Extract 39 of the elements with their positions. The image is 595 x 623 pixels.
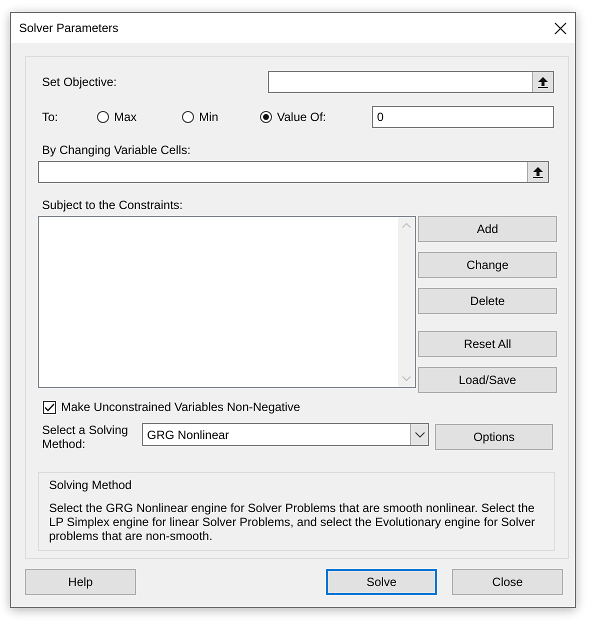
window-title: Solver Parameters: [19, 21, 118, 35]
up-chevron-icon: [402, 223, 411, 228]
action-button[interactable]: Add: [418, 216, 557, 242]
radio-label: Value Of:: [277, 110, 326, 124]
field-label: By Changing Variable Cells:: [42, 143, 191, 157]
variable-cells-field[interactable]: [38, 161, 549, 183]
description-text: Select the GRG Nonlinear engine for Solver Problems that are smooth nonlinear. Select the LP Simplex engine for linear Solver Problems, and select the Evolutionary engine for Solver problems that are non-smooth.: [49, 501, 536, 543]
dialog-button[interactable]: Solve: [326, 569, 437, 595]
chevron-down-icon: [414, 432, 424, 438]
scrollbar[interactable]: [398, 217, 415, 387]
checkbox[interactable]: [43, 400, 56, 414]
field-label: Set Objective:: [41, 75, 118, 89]
action-button[interactable]: Reset All: [418, 331, 557, 357]
action-button[interactable]: Load/Save: [418, 367, 557, 393]
radio-label: Max: [114, 110, 137, 124]
objective-field[interactable]: [268, 71, 554, 93]
collapse-button[interactable]: [527, 162, 548, 182]
field-value: 0: [377, 110, 384, 124]
radio-button[interactable]: [97, 111, 109, 123]
action-button[interactable]: Delete: [418, 288, 557, 314]
radio-button[interactable]: [182, 111, 194, 123]
close-icon: [554, 22, 566, 34]
dialog-button[interactable]: Help: [25, 569, 136, 595]
options-button[interactable]: Options: [435, 424, 553, 450]
dialog-button[interactable]: Close: [452, 569, 563, 595]
collapse-button[interactable]: [532, 72, 553, 92]
solving-method-dropdown[interactable]: GRG Nonlinear: [142, 423, 429, 446]
value-field[interactable]: 0: [372, 106, 554, 128]
upload-arrow-icon: [533, 166, 543, 178]
group-title: Solving Method: [49, 478, 132, 492]
down-chevron-icon: [402, 376, 411, 381]
field-label: To:: [41, 110, 60, 124]
upload-arrow-icon: [538, 76, 548, 88]
action-button[interactable]: Change: [418, 252, 557, 278]
radio-button[interactable]: [260, 111, 272, 123]
checkbox-label: Make Unconstrained Variables Non-Negative: [61, 400, 300, 414]
radio-label: Min: [199, 110, 218, 124]
field-label: Select a Solving Method:: [41, 423, 130, 451]
field-label: Subject to the Constraints:: [42, 198, 183, 212]
